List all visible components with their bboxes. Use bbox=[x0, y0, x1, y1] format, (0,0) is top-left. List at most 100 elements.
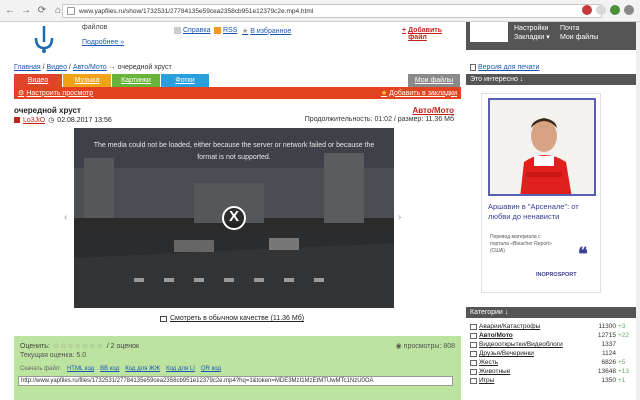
rating-stars[interactable]: ☆☆☆☆☆☆☆ bbox=[53, 342, 104, 350]
page-icon bbox=[67, 7, 75, 15]
gear-icon: ⚙ bbox=[18, 90, 25, 97]
category-name[interactable]: Аварии/Катастрофы bbox=[479, 323, 590, 330]
star-icon: ★ bbox=[380, 90, 388, 97]
breadcrumb: Главная / Видео / Авто/Мото → очередной … bbox=[14, 64, 172, 71]
logo-icon bbox=[34, 26, 54, 53]
print-version-label: Версия для печати bbox=[478, 64, 540, 71]
tab-photos[interactable]: Фотки bbox=[161, 74, 209, 87]
qr-code-link[interactable]: QR код bbox=[201, 366, 221, 372]
breadcrumb-auto[interactable]: Авто/Мото bbox=[73, 64, 107, 71]
extension-icon[interactable] bbox=[582, 5, 592, 15]
category-item[interactable]: Видеооткрытки/Видеоблоги 1337 bbox=[470, 340, 636, 349]
category-name[interactable]: Игры bbox=[479, 377, 590, 384]
star-icon: ★ bbox=[242, 28, 249, 35]
rate-label: Оценить: bbox=[20, 342, 50, 350]
video-meta: Продолжительность: 01:02 / размер: 11.36… bbox=[304, 116, 454, 123]
category-count: 13648 bbox=[597, 368, 616, 375]
category-item[interactable]: Друзья/Вечеринки 1124 bbox=[470, 349, 636, 358]
category-name[interactable]: Видеооткрытки/Видеоблоги bbox=[479, 341, 590, 348]
bb-code-link[interactable]: BB код bbox=[100, 366, 119, 372]
lj-code-link[interactable]: Код для ЖЖ bbox=[125, 366, 160, 372]
site-logo[interactable] bbox=[14, 22, 70, 59]
add-file-label: Добавить файл bbox=[408, 27, 442, 41]
video-player[interactable]: The media could not be loaded, either be… bbox=[74, 128, 394, 308]
breadcrumb-current: очередной хруст bbox=[117, 64, 172, 71]
category-name[interactable]: Животные bbox=[479, 368, 590, 375]
category-delta: +5 bbox=[618, 359, 626, 366]
clock-icon: ◷ bbox=[48, 117, 55, 124]
extension-icon[interactable] bbox=[610, 5, 620, 15]
category-name[interactable]: Друзья/Вечеринки bbox=[479, 350, 590, 357]
category-count: 12715 bbox=[597, 332, 616, 339]
tab-music[interactable]: Музыка bbox=[63, 74, 111, 87]
download-label: Скачать файл: bbox=[20, 366, 61, 372]
teaser-title[interactable]: Аршавин в "Арсенале": от любви до ненави… bbox=[488, 202, 596, 222]
rss-link[interactable]: RSS bbox=[214, 27, 237, 34]
breadcrumb-video[interactable]: Видео bbox=[47, 64, 67, 71]
player-photo-icon bbox=[490, 100, 594, 194]
views-text: просмотры: 808 bbox=[403, 342, 455, 350]
li-code-link[interactable]: Код для LI bbox=[166, 366, 195, 372]
category-item[interactable]: Жесть 6826 +5 bbox=[470, 358, 636, 367]
page-scrollbar[interactable] bbox=[636, 22, 640, 400]
print-version-link[interactable]: Версия для печати bbox=[470, 64, 539, 71]
news-teaser[interactable]: Аршавин в "Арсенале": от любви до ненави… bbox=[481, 93, 601, 293]
category-name[interactable]: Авто/Мото bbox=[479, 332, 590, 339]
menu-icon[interactable] bbox=[624, 5, 634, 15]
more-link[interactable]: Подробнее » bbox=[82, 39, 124, 46]
tab-pictures[interactable]: Картинки bbox=[112, 74, 160, 87]
help-link[interactable]: Справка bbox=[174, 27, 210, 34]
html-code-link[interactable]: HTML код bbox=[67, 366, 94, 372]
teaser-brand[interactable]: INOPROSPORT bbox=[536, 272, 577, 278]
next-video-arrow-icon[interactable]: › bbox=[398, 212, 401, 223]
action-bar: ⚙ Настроить просмотр ★ Добавить в заклад… bbox=[14, 87, 461, 99]
film-icon bbox=[160, 315, 167, 322]
category-count: 11300 bbox=[598, 323, 616, 330]
category-count: 1350 bbox=[601, 377, 616, 384]
category-item[interactable]: Аварии/Катастрофы 11300 +3 bbox=[470, 322, 636, 331]
upload-date: 02.08.2017 13:56 bbox=[57, 116, 112, 124]
add-bookmark-link[interactable]: ★ Добавить в закладки bbox=[380, 89, 457, 98]
tab-my-files[interactable]: Мои файлы bbox=[408, 74, 460, 87]
download-links: Скачать файл: HTML код BB код Код для ЖЖ… bbox=[20, 366, 221, 372]
configure-view-link[interactable]: ⚙ Настроить просмотр bbox=[18, 89, 93, 98]
add-file-link[interactable]: + Добавить файл bbox=[402, 27, 461, 41]
category-item[interactable]: Животные 13648 +13 bbox=[470, 367, 636, 376]
print-icon bbox=[470, 64, 476, 71]
category-item[interactable]: Авто/Мото 12715 +22 bbox=[470, 331, 636, 340]
extension-icon[interactable] bbox=[596, 5, 606, 15]
address-bar[interactable]: www.yapfiles.ru/show/1732531/27784135e59… bbox=[62, 4, 602, 18]
help-icon bbox=[174, 27, 181, 34]
breadcrumb-sep: / bbox=[68, 64, 71, 71]
back-icon[interactable]: ← bbox=[4, 5, 16, 17]
normal-quality-link[interactable]: Смотреть в обычном качестве (11.36 Мб) bbox=[160, 315, 304, 322]
forward-icon[interactable]: → bbox=[20, 5, 32, 17]
add-bookmark-label: Добавить в закладки bbox=[389, 89, 457, 97]
my-files-link[interactable]: Мои файлы bbox=[560, 33, 598, 42]
breadcrumb-home[interactable]: Главная bbox=[14, 64, 41, 71]
user-menu: Настройки Закладки ▾ Почта Мои файлы bbox=[466, 22, 636, 50]
author-link[interactable]: Lo3JiO bbox=[23, 117, 45, 124]
rss-link-label: RSS bbox=[223, 27, 238, 34]
category-item[interactable]: Игры 1350 +1 bbox=[470, 376, 636, 385]
tab-video[interactable]: Видео bbox=[14, 74, 62, 87]
plus-icon: + bbox=[402, 27, 407, 34]
reload-icon[interactable]: ⟳ bbox=[36, 5, 48, 17]
file-link-input[interactable]: http://www.yapfiles.ru/files/1732531/277… bbox=[18, 376, 453, 386]
video-category-link[interactable]: Авто/Мото bbox=[412, 106, 454, 115]
teaser-photo bbox=[488, 98, 596, 196]
quote-icon: ❝ bbox=[578, 244, 588, 264]
mail-link[interactable]: Почта bbox=[560, 24, 579, 33]
settings-link[interactable]: Настройки bbox=[514, 24, 548, 33]
favorites-link[interactable]: ★ В избранное bbox=[242, 27, 291, 36]
rss-icon bbox=[214, 27, 221, 34]
category-icon bbox=[470, 359, 477, 366]
current-rating: Текущая оценка: 5.0 bbox=[20, 352, 87, 359]
close-icon[interactable]: X bbox=[222, 206, 246, 230]
category-name[interactable]: Жесть bbox=[479, 359, 590, 366]
prev-video-arrow-icon[interactable]: ‹ bbox=[64, 212, 67, 223]
category-icon bbox=[470, 341, 477, 348]
video-title: очередной хруст bbox=[14, 106, 81, 115]
bookmarks-menu[interactable]: Закладки ▾ bbox=[514, 33, 550, 42]
category-count: 1124 bbox=[602, 350, 616, 357]
